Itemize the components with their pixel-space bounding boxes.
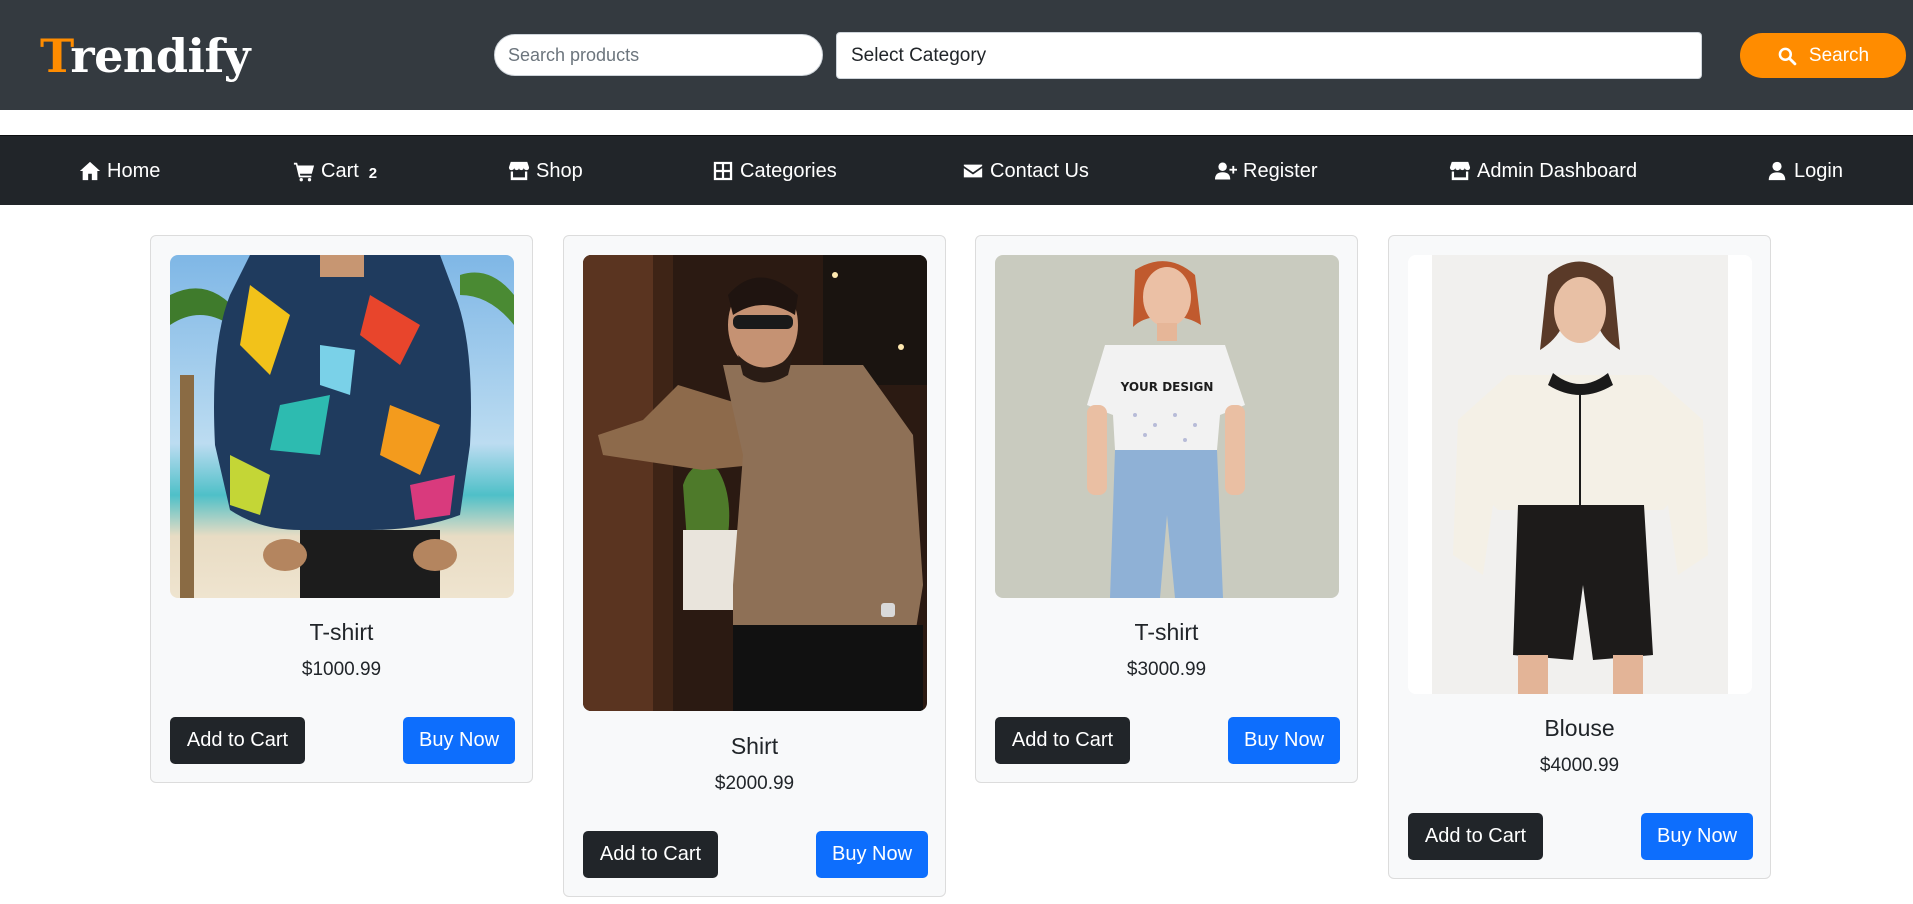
home-icon [79,161,101,181]
add-to-cart-button[interactable]: Add to Cart [1408,813,1543,860]
grid-icon [713,161,733,181]
store-icon [508,161,530,181]
search-button[interactable]: Search [1740,33,1906,78]
nav-categories[interactable]: Categories [712,136,837,206]
nav-home[interactable]: Home [79,136,160,206]
nav-login-label: Login [1794,159,1843,182]
search-icon [1778,47,1797,65]
nav-register-label: Register [1243,159,1318,182]
product-image[interactable]: YOUR DESIGN [995,255,1339,598]
nav-shop[interactable]: Shop [508,136,583,206]
nav-admin-dashboard[interactable]: Admin Dashboard [1449,136,1637,206]
nav-register[interactable]: Register [1215,136,1317,206]
nav-admin-dashboard-label: Admin Dashboard [1477,159,1638,182]
search-button-label: Search [1808,44,1870,66]
main-nav: Home Cart 2 Shop Categories Contact Us R… [0,135,1913,205]
nav-contact[interactable]: Contact Us [962,136,1089,206]
buy-now-button[interactable]: Buy Now [1641,813,1753,860]
add-to-cart-button[interactable]: Add to Cart [583,831,718,878]
nav-cart[interactable]: Cart 2 [293,136,377,206]
buy-now-button[interactable]: Buy Now [1228,717,1340,764]
logo-first-letter: T [40,29,71,83]
add-to-cart-button[interactable]: Add to Cart [995,717,1130,764]
nav-contact-label: Contact Us [990,159,1089,182]
nav-cart-label: Cart [321,159,359,182]
product-card: Blouse $4000.99 Add to Cart Buy Now [1388,235,1771,879]
buy-now-button[interactable]: Buy Now [403,717,515,764]
product-card: Shirt $2000.99 Add to Cart Buy Now [563,235,946,897]
category-select-value: Select Category [851,44,987,66]
nav-home-label: Home [107,159,161,182]
header-spacer [0,110,1913,135]
product-image[interactable] [170,255,514,598]
logo-text: rendify [70,29,250,83]
user-icon [1768,161,1786,181]
site-header: Trendify Select Category Search [0,0,1913,110]
cart-icon [293,162,315,182]
envelope-icon [963,164,983,178]
add-to-cart-button[interactable]: Add to Cart [170,717,305,764]
tshirt-print-text: YOUR DESIGN [1120,380,1214,394]
nav-shop-label: Shop [536,159,583,182]
product-price: $2000.99 [714,773,795,794]
product-name: Blouse [1544,715,1615,741]
product-name: T-shirt [309,619,374,645]
store-icon [1449,161,1471,181]
site-logo[interactable]: Trendify [40,28,250,84]
product-price: $1000.99 [301,659,382,680]
category-select[interactable]: Select Category [836,32,1702,79]
search-input[interactable] [494,34,823,76]
product-name: Shirt [730,733,779,759]
product-name: T-shirt [1134,619,1199,645]
nav-categories-label: Categories [740,159,837,182]
product-image[interactable] [1408,255,1752,694]
product-price: $4000.99 [1539,755,1620,776]
product-image[interactable] [583,255,927,711]
product-card: T-shirt $1000.99 Add to Cart Buy Now [150,235,533,783]
user-plus-icon [1215,162,1237,180]
cart-count-badge: 2 [368,164,378,182]
nav-login[interactable]: Login [1766,136,1843,206]
product-price: $3000.99 [1126,659,1207,680]
buy-now-button[interactable]: Buy Now [816,831,928,878]
product-card: YOUR DESIGN T-shirt $3000.99 Add to Cart… [975,235,1358,783]
